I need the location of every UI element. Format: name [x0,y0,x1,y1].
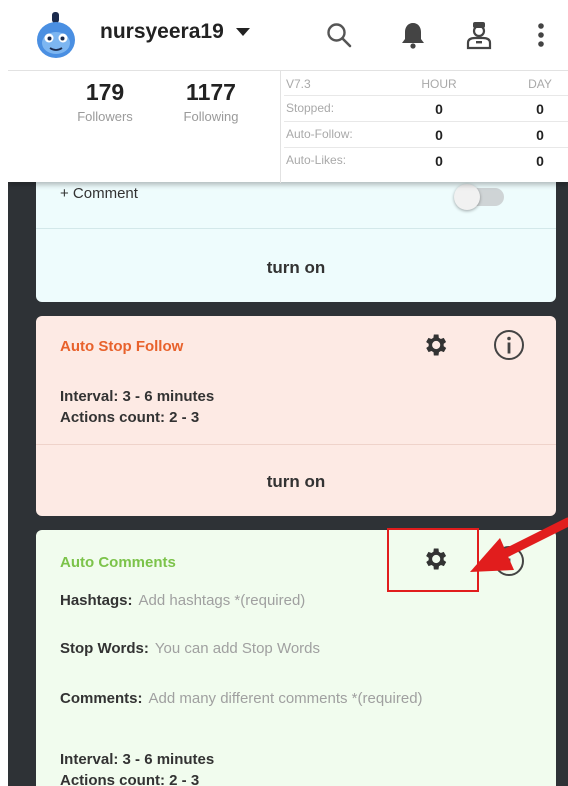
row-day: 0 [536,127,544,143]
followers-label: Followers [77,109,133,124]
row-day: 0 [536,101,544,117]
stop-words-field[interactable]: Stop Words: You can add Stop Words [60,640,320,657]
row-day: 0 [536,153,544,169]
interval-text: Interval: 3 - 6 minutes [60,388,215,405]
comments-label: Comments: [60,690,143,707]
info-icon[interactable] [492,328,526,362]
row-label: Stopped: [286,101,335,115]
followers-count: 179 [85,79,125,105]
actions-count-text: Actions count: 2 - 3 [60,772,200,786]
table-row: Auto-Likes: 0 0 [284,153,568,175]
card-title: Auto Stop Follow [60,338,184,355]
row-hour: 0 [435,127,443,143]
bell-icon[interactable] [396,18,430,52]
username: nursyeera19 [100,20,224,43]
annotation-arrow [452,500,568,590]
account-switcher[interactable]: nursyeera19 [100,20,250,44]
chevron-down-icon [235,28,250,36]
stop-words-label: Stop Words: [60,640,149,657]
stop-words-placeholder[interactable]: You can add Stop Words [155,640,320,657]
row-hour: 0 [435,153,443,169]
interval-text: Interval: 3 - 6 minutes [60,751,215,768]
card-title: Auto Comments [60,554,176,571]
row-hour: 0 [435,101,443,117]
table-row: Stopped: 0 0 [284,101,568,123]
hashtags-placeholder[interactable]: Add hashtags *(required) [139,592,306,609]
table-row: Auto-Follow: 0 0 [284,127,568,149]
user-icon[interactable] [462,18,496,52]
search-icon[interactable] [322,18,356,52]
more-vert-icon[interactable] [524,18,558,52]
following-label: Following [183,109,239,124]
table-divider [284,95,568,96]
version-label: V7.3 [286,77,311,91]
table-divider [284,121,568,122]
table-divider [284,147,568,148]
toggle-knob[interactable] [454,184,480,210]
comments-field[interactable]: Comments: Add many different comments *(r… [60,690,423,707]
avatar-icon[interactable] [32,12,80,60]
row-label: Auto-Follow: [286,127,353,141]
card-divider [36,444,556,445]
stats-separator [280,71,281,183]
turn-on-button[interactable]: turn on [36,258,556,278]
hour-header: HOUR [421,77,457,91]
app-header: nursyeera19 [8,0,568,70]
stats-panel: 179 Followers 1177 Following V7.3 HOUR D… [8,70,568,183]
card-divider [36,228,556,229]
actions-count-text: Actions count: 2 - 3 [60,409,200,426]
row-label: Auto-Likes: [286,153,347,167]
comments-placeholder[interactable]: Add many different comments *(required) [149,690,423,707]
turn-on-button[interactable]: turn on [36,472,556,492]
settings-gear-icon[interactable] [418,328,452,362]
comment-label: + Comment [60,185,138,202]
hashtags-label: Hashtags: [60,592,133,609]
comment-toggle[interactable] [454,184,504,210]
following-count: 1177 [186,79,236,105]
hashtags-field[interactable]: Hashtags: Add hashtags *(required) [60,592,305,609]
day-header: DAY [528,77,552,91]
app-frame: + Comment turn on Auto Stop Follow Inter… [8,0,568,786]
auto-stop-follow-card: Auto Stop Follow Interval: 3 - 6 minutes… [36,316,556,516]
